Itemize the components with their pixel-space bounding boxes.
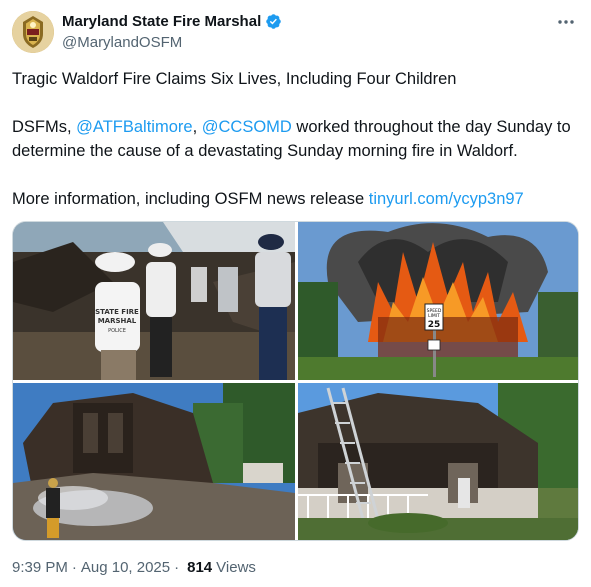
svg-text:LIMIT: LIMIT bbox=[428, 313, 440, 319]
meta-separator: · bbox=[174, 559, 180, 576]
tweet-meta: 9:39 PM · Aug 10, 2025 · 814 Views bbox=[12, 559, 256, 576]
photo-house-fully-engulfed-in-flames[interactable]: SPEED LIMIT 25 bbox=[298, 222, 578, 380]
svg-text:POLICE: POLICE bbox=[108, 328, 126, 334]
tweet-text-segment: More information, including OSFM news re… bbox=[12, 190, 369, 208]
verified-badge-icon bbox=[266, 14, 281, 29]
photo-investigators-at-fire-scene[interactable]: STATE FIRE MARSHAL POLICE bbox=[13, 222, 295, 380]
tweet-paragraph-2: DSFMs, @ATFBaltimore, @CCSOMD worked thr… bbox=[12, 115, 579, 163]
author-name[interactable]: Maryland State Fire Marshal bbox=[62, 13, 261, 30]
svg-text:25: 25 bbox=[428, 320, 441, 330]
svg-text:STATE FIRE: STATE FIRE bbox=[95, 308, 139, 316]
views-count: 814 bbox=[187, 559, 213, 576]
author-handle[interactable]: @MarylandOSFM bbox=[62, 34, 182, 51]
tweet-date[interactable]: Aug 10, 2025 bbox=[81, 559, 170, 576]
mention-ccsomd[interactable]: @CCSOMD bbox=[202, 118, 292, 136]
photo-burned-house-smoldering-debris[interactable] bbox=[13, 383, 295, 540]
fire-marshal-badge-avatar-icon bbox=[12, 11, 54, 53]
media-grid: STATE FIRE MARSHAL POLICE SPEED LIMIT 25 bbox=[12, 221, 579, 541]
tweet-text: Tragic Waldorf Fire Claims Six Lives, In… bbox=[12, 67, 579, 211]
author-name-row[interactable]: Maryland State Fire Marshal bbox=[62, 13, 282, 30]
meta-separator: · bbox=[71, 559, 77, 576]
tweet-text-segment: DSFMs, bbox=[12, 118, 77, 136]
mention-atfbaltimore[interactable]: @ATFBaltimore bbox=[76, 118, 192, 136]
views-label: Views bbox=[216, 559, 256, 576]
tweet-headline: Tragic Waldorf Fire Claims Six Lives, In… bbox=[12, 70, 457, 88]
photo-burned-house-with-ladder[interactable] bbox=[298, 383, 578, 540]
tweet-text-segment: , bbox=[192, 118, 202, 136]
tweet-paragraph-3: More information, including OSFM news re… bbox=[12, 187, 579, 211]
svg-text:MARSHAL: MARSHAL bbox=[98, 317, 137, 325]
tweet-time[interactable]: 9:39 PM bbox=[12, 559, 68, 576]
more-options-icon[interactable] bbox=[555, 12, 577, 32]
news-release-link[interactable]: tinyurl.com/ycyp3n97 bbox=[369, 190, 524, 208]
avatar[interactable] bbox=[12, 11, 54, 53]
